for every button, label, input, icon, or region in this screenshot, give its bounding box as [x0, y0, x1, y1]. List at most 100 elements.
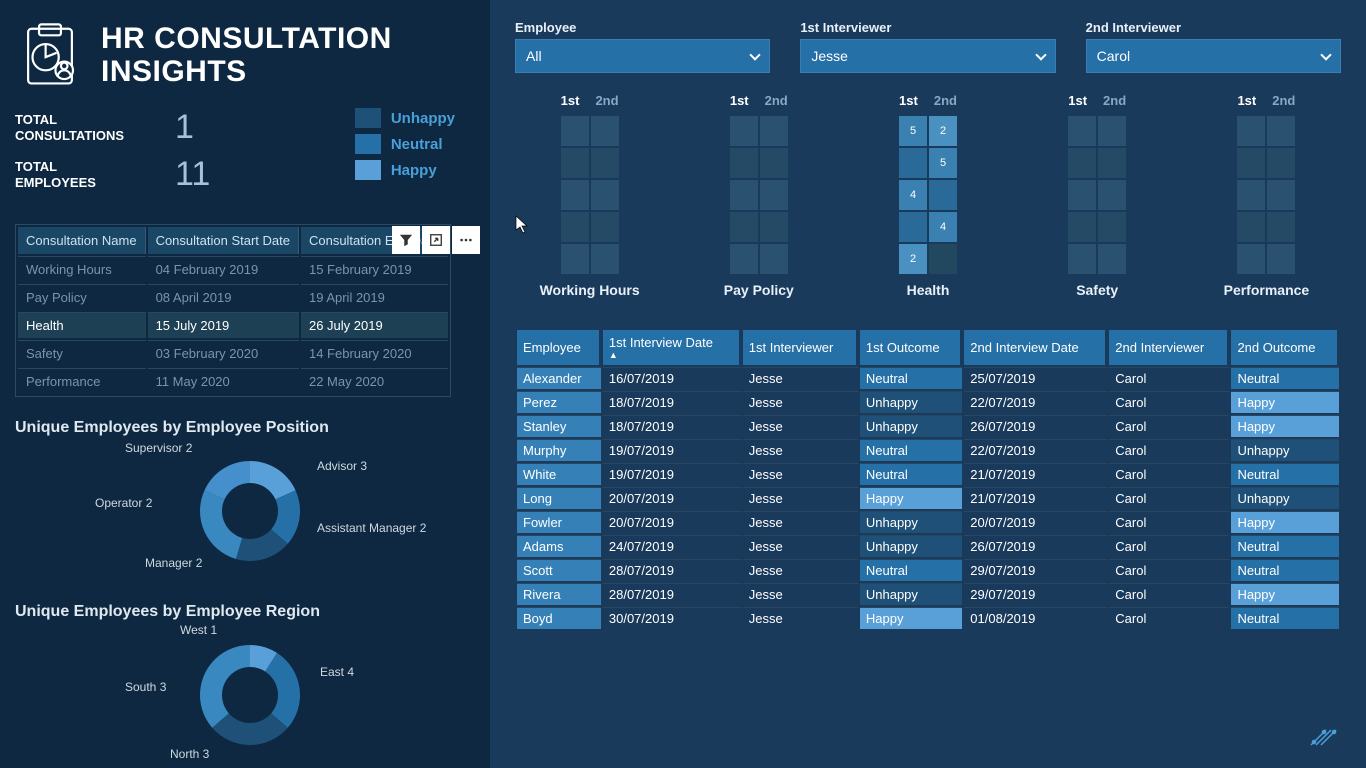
consult-row[interactable]: Performance11 May 202022 May 2020 — [18, 368, 448, 394]
interview-header[interactable]: 1st Interviewer — [743, 330, 858, 365]
interview-row[interactable]: Adams24/07/2019JesseUnhappy26/07/2019Car… — [517, 535, 1339, 557]
heatmap-cell — [899, 148, 927, 178]
donut-position-chart[interactable]: Supervisor 2 Operator 2 Manager 2 Advisor 3… — [95, 441, 475, 581]
interview-header[interactable]: 2nd Outcome — [1231, 330, 1339, 365]
heatmap-cell — [561, 180, 589, 210]
interview-header[interactable]: 1st Outcome — [860, 330, 962, 365]
more-options-icon[interactable] — [452, 226, 480, 254]
heatmap-health[interactable]: 1st2nd525442Health — [853, 93, 1002, 298]
heatmap-cell — [760, 212, 788, 242]
heatmap-cell — [591, 212, 619, 242]
consult-row[interactable]: Safety03 February 202014 February 2020 — [18, 340, 448, 366]
consult-header[interactable]: Consultation Start Date — [148, 227, 299, 254]
donut-slice-label: South 3 — [125, 680, 166, 694]
heatmap-working-hours[interactable]: 1st2ndWorking Hours — [515, 93, 664, 298]
heatmap-cell — [760, 244, 788, 274]
heatmap-cell — [1237, 116, 1265, 146]
filter-icon[interactable] — [392, 226, 420, 254]
donut-slice-label: Manager 2 — [145, 556, 202, 570]
swatch-unhappy — [355, 108, 381, 128]
heatmap-cell — [760, 116, 788, 146]
consultation-table[interactable]: Consultation NameConsultation Start Date… — [15, 224, 451, 397]
filter-interviewer1-select[interactable]: Jesse — [800, 39, 1055, 73]
sentiment-legend: Unhappy Neutral Happy — [355, 108, 455, 194]
filter-interviewer2-select[interactable]: Carol — [1086, 39, 1341, 73]
legend-neutral: Neutral — [391, 136, 443, 153]
heatmap-cell — [591, 148, 619, 178]
heatmap-cell — [591, 116, 619, 146]
interview-row[interactable]: Stanley18/07/2019JesseUnhappy26/07/2019C… — [517, 415, 1339, 437]
heatmap-cell: 5 — [899, 116, 927, 146]
interview-header[interactable]: 2nd Interviewer — [1109, 330, 1229, 365]
legend-happy: Happy — [391, 162, 437, 179]
heatmap-cell — [899, 212, 927, 242]
heatmap-pay-policy[interactable]: 1st2ndPay Policy — [684, 93, 833, 298]
interview-row[interactable]: Rivera28/07/2019JesseUnhappy29/07/2019Ca… — [517, 583, 1339, 605]
interview-row[interactable]: White19/07/2019JesseNeutral21/07/2019Car… — [517, 463, 1339, 485]
heatmap-cell — [1068, 148, 1096, 178]
heatmap-cell — [1237, 148, 1265, 178]
consult-row[interactable]: Health15 July 201926 July 2019 — [18, 312, 448, 338]
interview-row[interactable]: Perez18/07/2019JesseUnhappy22/07/2019Car… — [517, 391, 1339, 413]
filter-employee-select[interactable]: All — [515, 39, 770, 73]
consult-row[interactable]: Working Hours04 February 201915 February… — [18, 256, 448, 282]
chevron-down-icon — [750, 49, 761, 60]
heatmap-title: Performance — [1224, 282, 1310, 298]
heatmap-cell — [1098, 180, 1126, 210]
heatmap-cell — [730, 116, 758, 146]
heatmap-cell — [591, 180, 619, 210]
interview-header[interactable]: Employee — [517, 330, 601, 365]
heatmap-cell — [730, 212, 758, 242]
donut-slice-label: Operator 2 — [95, 496, 152, 510]
heatmap-cell — [730, 180, 758, 210]
donut-slice-label: East 4 — [320, 665, 354, 679]
interview-table[interactable]: Employee1st Interview Date▲1st Interview… — [515, 328, 1341, 631]
heatmap-cell — [760, 180, 788, 210]
interview-row[interactable]: Fowler20/07/2019JesseUnhappy20/07/2019Ca… — [517, 511, 1339, 533]
filter-employee-label: Employee — [515, 20, 770, 35]
filter-interviewer1-label: 1st Interviewer — [800, 20, 1055, 35]
heatmap-cell — [1098, 116, 1126, 146]
interview-row[interactable]: Murphy19/07/2019JesseNeutral22/07/2019Ca… — [517, 439, 1339, 461]
legend-unhappy: Unhappy — [391, 110, 455, 127]
donut-slice-label: Supervisor 2 — [125, 441, 192, 455]
consult-row[interactable]: Pay Policy08 April 201919 April 2019 — [18, 284, 448, 310]
heatmap-cell — [929, 180, 957, 210]
heatmap-cell — [1068, 244, 1096, 274]
interview-header[interactable]: 1st Interview Date▲ — [603, 330, 741, 365]
heatmap-safety[interactable]: 1st2ndSafety — [1023, 93, 1172, 298]
interview-header[interactable]: 2nd Interview Date — [964, 330, 1107, 365]
heatmap-performance[interactable]: 1st2ndPerformance — [1192, 93, 1341, 298]
heatmap-cell: 4 — [899, 180, 927, 210]
heatmap-cell — [1098, 148, 1126, 178]
donut-slice-label: Assistant Manager 2 — [317, 521, 426, 535]
heatmap-cell — [929, 244, 957, 274]
focus-mode-icon[interactable] — [422, 226, 450, 254]
swatch-neutral — [355, 134, 381, 154]
heatmap-title: Health — [907, 282, 950, 298]
consult-header[interactable]: Consultation Name — [18, 227, 146, 254]
interview-row[interactable]: Long20/07/2019JesseHappy21/07/2019CarolU… — [517, 487, 1339, 509]
heatmap-cell — [1098, 212, 1126, 242]
swatch-happy — [355, 160, 381, 180]
donut-slice-label: Advisor 3 — [317, 459, 367, 473]
total-employees-label: TOTAL EMPLOYEES — [15, 159, 135, 190]
interview-row[interactable]: Alexander16/07/2019JesseNeutral25/07/201… — [517, 367, 1339, 389]
heatmap-cell — [561, 148, 589, 178]
filter-interviewer2-label: 2nd Interviewer — [1086, 20, 1341, 35]
chevron-down-icon — [1320, 49, 1331, 60]
chevron-down-icon — [1035, 49, 1046, 60]
heatmap-cell: 4 — [929, 212, 957, 242]
total-employees-value: 11 — [175, 155, 210, 194]
interview-row[interactable]: Scott28/07/2019JesseNeutral29/07/2019Car… — [517, 559, 1339, 581]
donut-slice-label: West 1 — [180, 623, 217, 637]
heatmap-cell — [1068, 180, 1096, 210]
heatmap-title: Pay Policy — [724, 282, 794, 298]
heatmap-cell — [760, 148, 788, 178]
heatmap-cell — [730, 244, 758, 274]
heatmap-cell — [1068, 116, 1096, 146]
page-title: HR CONSULTATION INSIGHTS — [101, 22, 475, 88]
interview-row[interactable]: Boyd30/07/2019JesseHappy01/08/2019CarolN… — [517, 607, 1339, 629]
donut-region-title: Unique Employees by Employee Region — [15, 603, 475, 621]
donut-region-chart[interactable]: West 1South 3North 3East 4 — [95, 625, 475, 765]
